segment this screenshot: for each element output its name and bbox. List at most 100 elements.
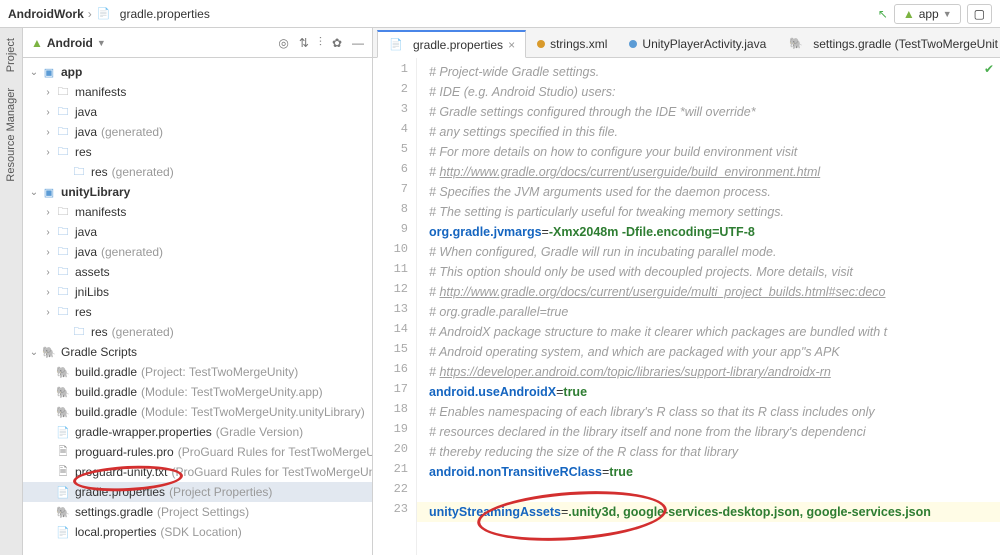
editor-body[interactable]: 1234567891011121314151617181920212223 ✔ …: [373, 58, 1000, 555]
tree-folder-manifests[interactable]: ›🗀manifests: [23, 202, 372, 222]
code-line[interactable]: # https://developer.android.com/topic/li…: [417, 362, 1000, 382]
tree-module-app[interactable]: ⌄▣app: [23, 62, 372, 82]
line-number[interactable]: 9: [373, 222, 416, 242]
line-number[interactable]: 13: [373, 302, 416, 322]
code-line[interactable]: android.nonTransitiveRClass=true: [417, 462, 1000, 482]
line-number[interactable]: 23: [373, 502, 416, 522]
line-number-gutter[interactable]: 1234567891011121314151617181920212223: [373, 58, 417, 555]
code-line[interactable]: # org.gradle.parallel=true: [417, 302, 1000, 322]
code-line[interactable]: android.useAndroidX=true: [417, 382, 1000, 402]
tree-file-build-gradle-app[interactable]: 🐘build.gradle(Module: TestTwoMergeUnity.…: [23, 382, 372, 402]
tree-module-unitylibrary[interactable]: ⌄▣unityLibrary: [23, 182, 372, 202]
code-line[interactable]: # This option should only be used with d…: [417, 262, 1000, 282]
code-line[interactable]: # Enables namespacing of each library's …: [417, 402, 1000, 422]
code-line[interactable]: # Android operating system, and which ar…: [417, 342, 1000, 362]
project-view-selector[interactable]: Android: [47, 36, 93, 50]
tree-folder-jnilibs[interactable]: ›🗀jniLibs: [23, 282, 372, 302]
code-line[interactable]: # Project-wide Gradle settings.: [417, 62, 1000, 82]
line-number[interactable]: 3: [373, 102, 416, 122]
tree-folder-java-generated[interactable]: ›🗀java(generated): [23, 242, 372, 262]
tree-folder-res[interactable]: ›🗀res: [23, 302, 372, 322]
editor-tab-strings-xml[interactable]: strings.xml: [526, 29, 618, 57]
chevron-right-icon[interactable]: ›: [41, 227, 55, 238]
line-number[interactable]: 15: [373, 342, 416, 362]
code-line[interactable]: # resources declared in the library itse…: [417, 422, 1000, 442]
tree-folder-res-generated[interactable]: 🗀res(generated): [23, 322, 372, 342]
chevron-right-icon[interactable]: ›: [41, 127, 55, 138]
gear-icon[interactable]: ✿: [332, 36, 342, 50]
code-line[interactable]: # http://www.gradle.org/docs/current/use…: [417, 282, 1000, 302]
breadcrumb[interactable]: AndroidWork › 📄 gradle.properties: [8, 6, 210, 22]
tree-file-settings-gradle[interactable]: 🐘settings.gradle(Project Settings): [23, 502, 372, 522]
minimize-icon[interactable]: —: [352, 36, 364, 50]
tree-file-proguard-unity[interactable]: 🗎proguard-unity.txt(ProGuard Rules for T…: [23, 462, 372, 482]
side-tab-resource-manager[interactable]: Resource Manager: [3, 80, 19, 190]
tree-file-gradle-properties[interactable]: 📄gradle.properties(Project Properties): [23, 482, 372, 502]
editor-tab-unityplayeractivity[interactable]: UnityPlayerActivity.java: [618, 29, 777, 57]
tree-folder-manifests[interactable]: ›🗀manifests: [23, 82, 372, 102]
chevron-right-icon[interactable]: ›: [41, 207, 55, 218]
code-line[interactable]: # IDE (e.g. Android Studio) users:: [417, 82, 1000, 102]
line-number[interactable]: 14: [373, 322, 416, 342]
code-line[interactable]: # http://www.gradle.org/docs/current/use…: [417, 162, 1000, 182]
tree-file-build-gradle-unitylibrary[interactable]: 🐘build.gradle(Module: TestTwoMergeUnity.…: [23, 402, 372, 422]
line-number[interactable]: 17: [373, 382, 416, 402]
code-line[interactable]: [417, 482, 1000, 502]
chevron-right-icon[interactable]: ›: [41, 267, 55, 278]
run-config-selector[interactable]: ▲ app ▼: [894, 4, 961, 24]
line-number[interactable]: 18: [373, 402, 416, 422]
code-line[interactable]: # Gradle settings configured through the…: [417, 102, 1000, 122]
chevron-right-icon[interactable]: ›: [41, 247, 55, 258]
line-number[interactable]: 10: [373, 242, 416, 262]
editor-tab-gradle-properties[interactable]: 📄gradle.properties×: [377, 30, 526, 58]
tree-file-proguard-rules[interactable]: 🗎proguard-rules.pro(ProGuard Rules for T…: [23, 442, 372, 462]
tree-folder-java-generated[interactable]: ›🗀java(generated): [23, 122, 372, 142]
line-number[interactable]: 1: [373, 62, 416, 82]
tree-file-local-properties[interactable]: 📄local.properties(SDK Location): [23, 522, 372, 542]
chevron-right-icon[interactable]: ›: [41, 307, 55, 318]
line-number[interactable]: 12: [373, 282, 416, 302]
code-line[interactable]: # any settings specified in this file.: [417, 122, 1000, 142]
code-line[interactable]: org.gradle.jvmargs=-Xmx2048m -Dfile.enco…: [417, 222, 1000, 242]
select-opened-file-icon[interactable]: ◎: [278, 36, 288, 50]
line-number[interactable]: 19: [373, 422, 416, 442]
project-tree[interactable]: ⌄▣app ›🗀manifests ›🗀java ›🗀java(generate…: [23, 58, 372, 555]
code-line[interactable]: # The setting is particularly useful for…: [417, 202, 1000, 222]
tree-file-gradle-wrapper-properties[interactable]: 📄gradle-wrapper.properties(Gradle Versio…: [23, 422, 372, 442]
code-line[interactable]: # Specifies the JVM arguments used for t…: [417, 182, 1000, 202]
chevron-right-icon[interactable]: ›: [41, 147, 55, 158]
line-number[interactable]: 4: [373, 122, 416, 142]
sort-icon[interactable]: ⇅: [299, 36, 309, 50]
code-line[interactable]: # thereby reducing the size of the R cla…: [417, 442, 1000, 462]
chevron-down-icon[interactable]: ⌄: [27, 187, 41, 198]
code-line[interactable]: # When configured, Gradle will run in in…: [417, 242, 1000, 262]
line-number[interactable]: 7: [373, 182, 416, 202]
tree-folder-res-generated[interactable]: 🗀res(generated): [23, 162, 372, 182]
chevron-right-icon[interactable]: ›: [41, 107, 55, 118]
code-line[interactable]: unityStreamingAssets=.unity3d, google-se…: [417, 502, 1000, 522]
line-number[interactable]: 22: [373, 482, 416, 502]
code-line[interactable]: # For more details on how to configure y…: [417, 142, 1000, 162]
chevron-right-icon[interactable]: ›: [41, 87, 55, 98]
line-number[interactable]: 11: [373, 262, 416, 282]
inspection-ok-icon[interactable]: ✔: [984, 62, 994, 76]
tree-folder-res[interactable]: ›🗀res: [23, 142, 372, 162]
line-number[interactable]: 2: [373, 82, 416, 102]
tree-folder-java[interactable]: ›🗀java: [23, 222, 372, 242]
editor-tab-settings-gradle[interactable]: 🐘settings.gradle (TestTwoMergeUnit: [777, 29, 1000, 57]
tree-folder-java[interactable]: ›🗀java: [23, 102, 372, 122]
code-editor[interactable]: ✔ # Project-wide Gradle settings.# IDE (…: [417, 58, 1000, 555]
chevron-down-icon[interactable]: ⌄: [27, 347, 41, 358]
close-tab-icon[interactable]: ×: [508, 38, 515, 52]
line-number[interactable]: 16: [373, 362, 416, 382]
show-options-icon[interactable]: ⫶: [319, 35, 322, 50]
line-number[interactable]: 21: [373, 462, 416, 482]
sync-icon[interactable]: ↖: [878, 7, 888, 21]
tree-gradle-scripts[interactable]: ⌄🐘Gradle Scripts: [23, 342, 372, 362]
line-number[interactable]: 6: [373, 162, 416, 182]
line-number[interactable]: 5: [373, 142, 416, 162]
tree-folder-assets[interactable]: ›🗀assets: [23, 262, 372, 282]
line-number[interactable]: 20: [373, 442, 416, 462]
tree-file-build-gradle-project[interactable]: 🐘build.gradle(Project: TestTwoMergeUnity…: [23, 362, 372, 382]
chevron-down-icon[interactable]: ▼: [97, 38, 106, 48]
